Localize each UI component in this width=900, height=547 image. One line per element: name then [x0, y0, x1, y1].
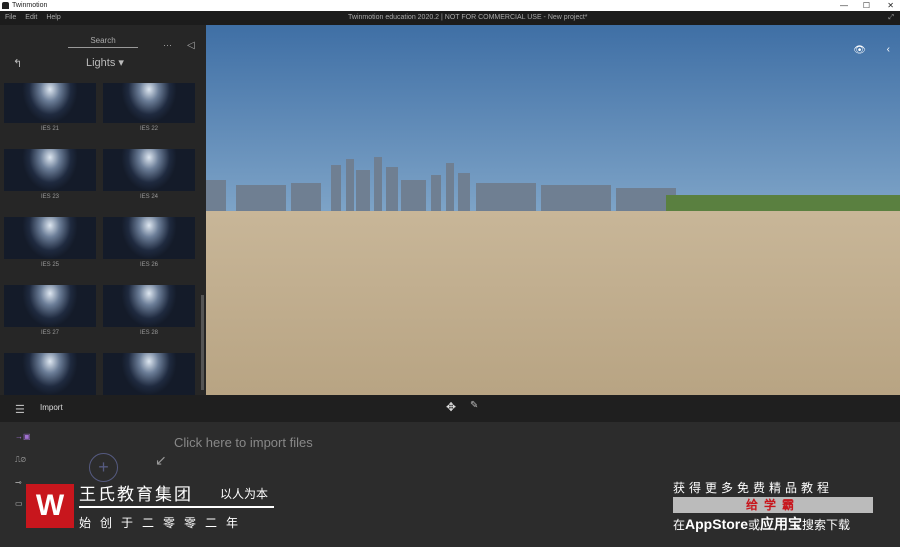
menu-bar: File Edit Help Twinmotion education 2020.2…: [0, 11, 900, 25]
library-panel: Search ··· ◁ ↰ Lights ▾ IES 21 IES 22 IES …: [0, 25, 206, 395]
bottom-toolbar: ☰ Import ✥ ✎: [0, 395, 900, 422]
promo-appstore: AppStore: [685, 516, 749, 532]
asset-thumbnail: [103, 285, 195, 327]
ground-plane: [206, 211, 900, 395]
collapse-icon[interactable]: ‹: [887, 44, 890, 55]
promo-text: 搜索下载: [802, 518, 851, 532]
asset-thumbnail: [103, 353, 195, 395]
asset-label: IES 28: [139, 330, 158, 336]
asset-label: IES 21: [40, 126, 59, 132]
collapse-panel-icon[interactable]: ◁: [187, 40, 195, 51]
asset-item[interactable]: IES 26: [103, 217, 195, 285]
asset-thumbnail: [4, 353, 96, 395]
category-dropdown[interactable]: Lights ▾: [86, 56, 124, 69]
import-hint: Click here to import files: [174, 435, 313, 450]
asset-thumbnail: [103, 83, 195, 123]
menu-edit[interactable]: Edit: [25, 14, 37, 21]
asset-label: IES 24: [139, 194, 158, 200]
panel-label: Import: [40, 403, 63, 412]
move-icon[interactable]: ✥: [446, 400, 456, 414]
promo-store: 应用宝: [760, 516, 803, 532]
arrow-icon: ↙: [155, 452, 167, 468]
fullscreen-icon[interactable]: ⤢: [888, 11, 894, 25]
promo-line3: 在AppStore或应用宝搜索下载: [673, 514, 850, 534]
asset-label: IES 26: [139, 262, 158, 268]
asset-item[interactable]: IES 23: [4, 149, 96, 217]
app-icon: [2, 2, 9, 9]
app-name: Twinmotion: [12, 2, 48, 9]
asset-thumbnail: [4, 83, 96, 123]
scrollbar[interactable]: [201, 295, 204, 390]
asset-label: IES 22: [139, 126, 158, 132]
promo-text: 或: [748, 518, 761, 532]
asset-item[interactable]: IES 24: [103, 149, 195, 217]
watermark-logo: W: [26, 484, 74, 528]
asset-thumbnail: [4, 149, 96, 191]
title-bar: Twinmotion — ☐ ✕: [0, 0, 900, 11]
menu-file[interactable]: File: [5, 14, 16, 21]
minimize-button[interactable]: —: [840, 0, 848, 11]
asset-label: IES 25: [40, 262, 59, 268]
add-import-button[interactable]: +: [89, 453, 118, 482]
asset-grid: IES 21 IES 22 IES 23 IES 24 IES 25 IES 26 IES …: [4, 83, 199, 395]
viewport[interactable]: 👁 ‹: [206, 25, 900, 395]
promo-line1: 获得更多免费精品教程: [673, 481, 834, 495]
watermark-founded: 始创于二零零二年: [79, 516, 248, 530]
import-panel: →▣ ⎍⌀ ⊸ ▭ Click here to import files ↙ +…: [0, 422, 900, 547]
asset-item[interactable]: [103, 353, 195, 395]
terrain-icon[interactable]: ⎍⌀: [15, 455, 26, 465]
asset-item[interactable]: IES 25: [4, 217, 96, 285]
link-icon[interactable]: ⊸: [15, 478, 22, 487]
more-options-icon[interactable]: ···: [163, 40, 172, 50]
media-icon[interactable]: ▭: [15, 499, 23, 508]
asset-item[interactable]: IES 27: [4, 285, 96, 353]
watermark-brand: 王氏教育集团: [79, 485, 193, 504]
search-input[interactable]: Search: [68, 36, 138, 48]
back-icon[interactable]: ↰: [13, 57, 22, 70]
project-title: Twinmotion education 2020.2 | NOT FOR CO…: [348, 14, 588, 21]
asset-item[interactable]: IES 21: [4, 83, 96, 149]
city-skyline: [206, 157, 900, 211]
menu-help[interactable]: Help: [46, 14, 60, 21]
asset-thumbnail: [4, 285, 96, 327]
watermark-slogan: 以人为本: [220, 487, 269, 501]
promo-text: 在: [673, 518, 686, 532]
asset-item[interactable]: IES 22: [103, 83, 195, 149]
promo-line2: 给学霸: [673, 497, 873, 513]
menu-icon[interactable]: ☰: [15, 403, 25, 416]
asset-item[interactable]: [4, 353, 96, 395]
asset-label: IES 27: [40, 330, 59, 336]
pencil-icon[interactable]: ✎: [470, 400, 478, 411]
maximize-button[interactable]: ☐: [863, 0, 870, 11]
asset-label: IES 23: [40, 194, 59, 200]
eye-icon[interactable]: 👁: [853, 45, 866, 56]
close-button[interactable]: ✕: [887, 0, 894, 11]
asset-item[interactable]: IES 28: [103, 285, 195, 353]
watermark-divider: [79, 506, 274, 508]
asset-thumbnail: [103, 217, 195, 259]
asset-thumbnail: [4, 217, 96, 259]
import-icon[interactable]: →▣: [15, 432, 31, 441]
asset-thumbnail: [103, 149, 195, 191]
